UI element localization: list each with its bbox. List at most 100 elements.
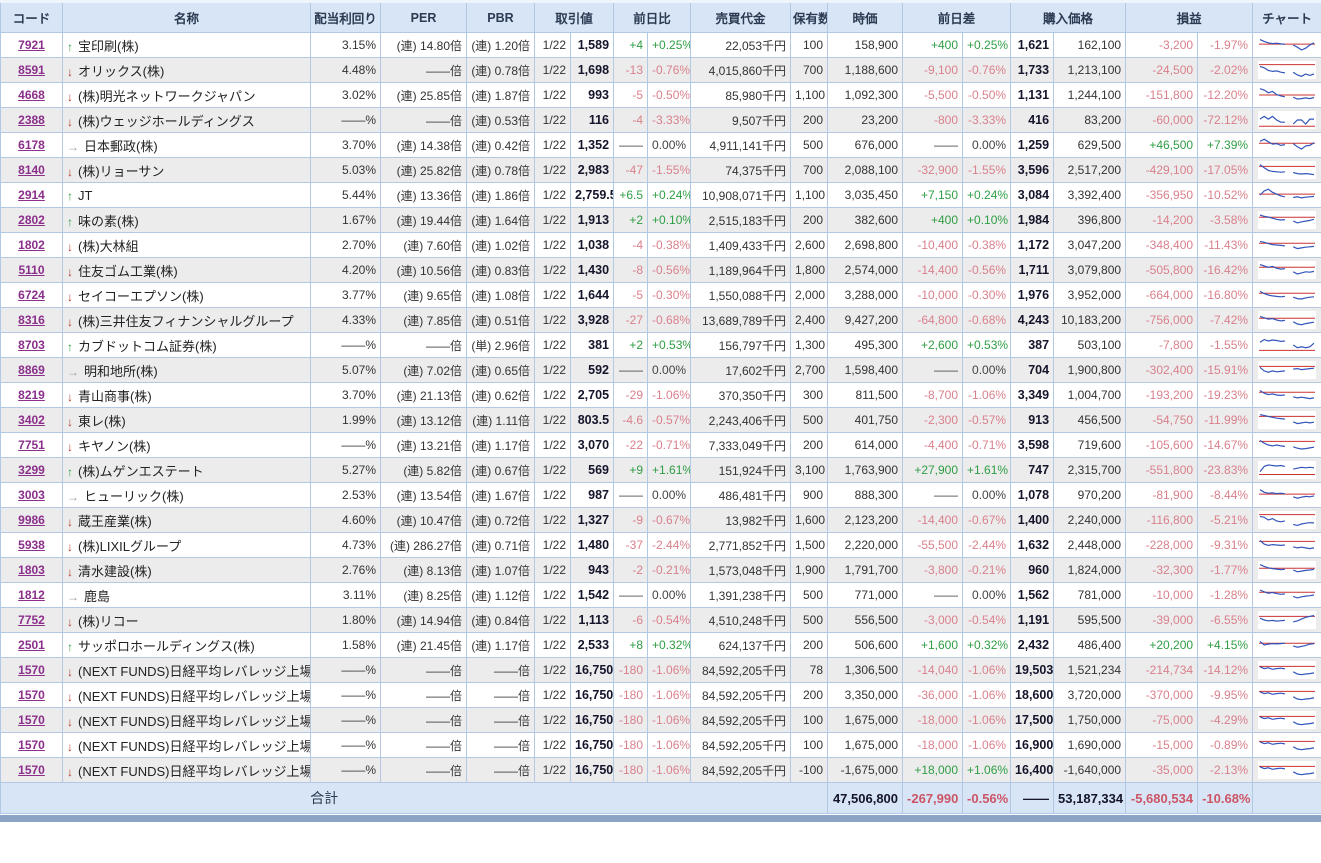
sparkline-chart[interactable] [1253, 258, 1321, 283]
day-change: -180 [614, 758, 648, 783]
market-value: 1,306,500 [828, 658, 903, 683]
sparkline-chart[interactable] [1253, 208, 1321, 233]
purchase-total: 781,000 [1054, 583, 1126, 608]
sparkline-chart[interactable] [1253, 408, 1321, 433]
total-row: 合計 47,506,800 -267,990 -0.56% ―― 53,187,… [1, 783, 1321, 814]
stock-code-link[interactable]: 8869 [18, 363, 45, 377]
stock-code-link[interactable]: 8316 [18, 313, 45, 327]
sparkline-chart[interactable] [1253, 133, 1321, 158]
sparkline-chart[interactable] [1253, 233, 1321, 258]
stock-code-link[interactable]: 1803 [18, 563, 45, 577]
sparkline-chart[interactable] [1253, 183, 1321, 208]
sparkline-chart[interactable] [1253, 383, 1321, 408]
profit-loss-pct: -2.02% [1198, 58, 1253, 83]
holdings-count: 200 [791, 683, 828, 708]
stock-code-link[interactable]: 1570 [18, 713, 45, 727]
stock-code-link[interactable]: 3003 [18, 488, 45, 502]
trading-value: 370,350千円 [691, 383, 791, 408]
stock-code-link[interactable]: 7752 [18, 613, 45, 627]
purchase-total: 1,900,800 [1054, 358, 1126, 383]
purchase-total: 2,240,000 [1054, 508, 1126, 533]
col-header-pbr: PBR [467, 2, 535, 33]
sparkline-chart[interactable] [1253, 308, 1321, 333]
day-diff: ―― [903, 483, 963, 508]
sparkline-chart[interactable] [1253, 733, 1321, 758]
day-diff-pct: -0.54% [963, 608, 1011, 633]
stock-code-link[interactable]: 1570 [18, 688, 45, 702]
dividend-yield: 5.27% [311, 458, 381, 483]
stock-name: 住友ゴム工業(株) [78, 264, 178, 279]
stock-code-cell: 4668 [1, 83, 63, 108]
sparkline-chart[interactable] [1253, 483, 1321, 508]
day-change-pct: -1.06% [648, 708, 691, 733]
sparkline-chart[interactable] [1253, 508, 1321, 533]
stock-code-link[interactable]: 2388 [18, 113, 45, 127]
stock-code-link[interactable]: 2501 [18, 638, 45, 652]
sparkline-chart[interactable] [1253, 608, 1321, 633]
sparkline-chart[interactable] [1253, 58, 1321, 83]
stock-name: (NEXT FUNDS)日経平均レバレッジ上場投信 [78, 714, 311, 729]
pbr-value: (連) 1.08倍 [467, 283, 535, 308]
stock-code-link[interactable]: 1570 [18, 763, 45, 777]
profit-loss-pct: -7.42% [1198, 308, 1253, 333]
stock-code-link[interactable]: 8591 [18, 63, 45, 77]
dividend-yield: 1.80% [311, 608, 381, 633]
stock-code-link[interactable]: 7921 [18, 38, 45, 52]
stock-code-link[interactable]: 4668 [18, 88, 45, 102]
stock-code-link[interactable]: 8703 [18, 338, 45, 352]
day-change-pct: 0.00% [648, 583, 691, 608]
stock-code-link[interactable]: 1812 [18, 588, 45, 602]
stock-code-link[interactable]: 3402 [18, 413, 45, 427]
stock-code-link[interactable]: 8140 [18, 163, 45, 177]
sparkline-chart[interactable] [1253, 283, 1321, 308]
day-diff: -10,000 [903, 283, 963, 308]
stock-code-link[interactable]: 6178 [18, 138, 45, 152]
stock-code-link[interactable]: 1570 [18, 663, 45, 677]
sparkline-chart[interactable] [1253, 108, 1321, 133]
trading-value: 156,797千円 [691, 333, 791, 358]
profit-loss: -116,800 [1126, 508, 1198, 533]
sparkline-chart[interactable] [1253, 583, 1321, 608]
stock-code-link[interactable]: 8219 [18, 388, 45, 402]
sparkline-svg [1258, 586, 1316, 604]
profit-loss-pct: -10.52% [1198, 183, 1253, 208]
stock-code-link[interactable]: 3299 [18, 463, 45, 477]
sparkline-chart[interactable] [1253, 633, 1321, 658]
sparkline-svg [1258, 286, 1316, 304]
day-change: ―― [614, 358, 648, 383]
pbr-value: (連) 0.83倍 [467, 258, 535, 283]
trend-down-icon: ↓ [67, 740, 73, 754]
stock-code-link[interactable]: 2914 [18, 188, 45, 202]
profit-loss: -214,734 [1126, 658, 1198, 683]
market-value: 2,574,000 [828, 258, 903, 283]
trend-flat-icon: → [67, 490, 79, 504]
stock-code-link[interactable]: 2802 [18, 213, 45, 227]
holdings-count: 500 [791, 133, 828, 158]
sparkline-chart[interactable] [1253, 708, 1321, 733]
sparkline-chart[interactable] [1253, 158, 1321, 183]
sparkline-chart[interactable] [1253, 533, 1321, 558]
sparkline-chart[interactable] [1253, 83, 1321, 108]
stock-code-link[interactable]: 7751 [18, 438, 45, 452]
sparkline-chart[interactable] [1253, 558, 1321, 583]
stock-name: (株)ムゲンエステート [78, 464, 204, 479]
day-diff-pct: -1.06% [963, 733, 1011, 758]
holdings-count: 200 [791, 108, 828, 133]
dividend-yield: 4.48% [311, 58, 381, 83]
sparkline-chart[interactable] [1253, 458, 1321, 483]
stock-code-link[interactable]: 6724 [18, 288, 45, 302]
dividend-yield: 4.60% [311, 508, 381, 533]
sparkline-chart[interactable] [1253, 433, 1321, 458]
sparkline-chart[interactable] [1253, 758, 1321, 783]
stock-code-link[interactable]: 1570 [18, 738, 45, 752]
sparkline-chart[interactable] [1253, 683, 1321, 708]
stock-code-link[interactable]: 9986 [18, 513, 45, 527]
stock-code-link[interactable]: 5938 [18, 538, 45, 552]
sparkline-chart[interactable] [1253, 358, 1321, 383]
stock-code-link[interactable]: 5110 [18, 263, 44, 277]
sparkline-chart[interactable] [1253, 658, 1321, 683]
sparkline-chart[interactable] [1253, 33, 1321, 58]
total-purchase: 53,187,334 [1054, 783, 1126, 814]
sparkline-chart[interactable] [1253, 333, 1321, 358]
stock-code-link[interactable]: 1802 [18, 238, 45, 252]
